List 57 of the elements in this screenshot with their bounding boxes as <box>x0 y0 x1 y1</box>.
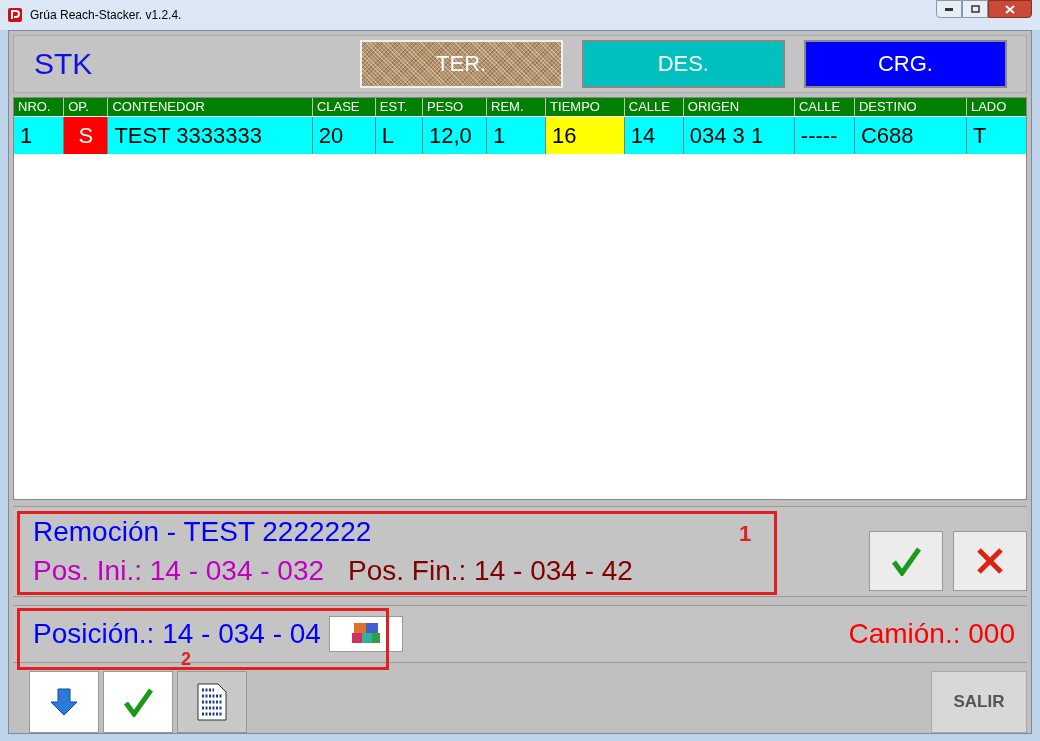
binary-file-icon <box>196 682 228 722</box>
column-header: LADO <box>966 97 1026 116</box>
table-cell: 20 <box>312 116 375 154</box>
table-cell: 16 <box>546 116 624 154</box>
close-icon <box>1005 4 1015 14</box>
end-position: Pos. Fin.: 14 - 034 - 42 <box>348 554 633 589</box>
table-cell: 1 <box>487 116 546 154</box>
close-button[interactable] <box>988 0 1032 18</box>
exit-button[interactable]: SALIR <box>931 671 1027 733</box>
table-cell: 14 <box>624 116 683 154</box>
table-cell: 1 <box>14 116 64 154</box>
column-header: EST. <box>375 97 423 116</box>
table-cell: T <box>966 116 1026 154</box>
table-cell: ----- <box>794 116 854 154</box>
checkmark-icon <box>891 545 921 576</box>
maximize-icon <box>970 5 980 13</box>
app-icon <box>8 8 22 22</box>
table-cell: 12,0 <box>423 116 486 154</box>
column-header: CLASE <box>312 97 375 116</box>
check-button[interactable] <box>103 671 173 733</box>
cancel-button[interactable] <box>953 530 1027 591</box>
column-header: CALLE <box>794 97 854 116</box>
table-cell: C688 <box>854 116 966 154</box>
minimize-icon <box>945 7 953 11</box>
annotation-number: 1 <box>739 519 752 548</box>
table-cell: 034 3 1 <box>683 116 794 154</box>
column-header: TIEMPO <box>546 97 624 116</box>
column-header: CALLE <box>624 97 683 116</box>
table-row[interactable]: 1 S TEST 3333333 20 L 12,0 1 16 14 034 3 1 ----- C688 T <box>14 116 1026 154</box>
column-header: NRO. <box>14 97 64 116</box>
checkmark-icon <box>123 687 153 717</box>
download-button[interactable] <box>29 671 99 733</box>
column-header: OP. <box>64 97 108 116</box>
column-header: REM. <box>487 97 546 116</box>
mode-tab[interactable]: CRG. <box>803 39 1007 88</box>
table-cell: L <box>375 116 423 154</box>
mode-label: STK <box>34 46 94 83</box>
truck-label: Camión.: 000 <box>848 617 1015 652</box>
stack-button[interactable] <box>328 616 403 653</box>
table-cell: TEST 3333333 <box>108 116 312 154</box>
mode-tab[interactable]: TER. <box>359 39 563 88</box>
close-icon <box>975 545 1005 576</box>
removal-title: Remoción - TEST 2222222 <box>33 515 373 550</box>
file-button[interactable] <box>177 671 247 733</box>
annotation-number: 2 <box>181 650 191 669</box>
window-title: Grúa Reach-Stacker. v1.2.4. <box>30 7 182 24</box>
position-label: Posición.: 14 - 034 - 04 <box>33 621 321 648</box>
confirm-button[interactable] <box>869 530 943 591</box>
maximize-button[interactable] <box>962 0 988 18</box>
column-header: PESO <box>423 97 487 116</box>
start-position: Pos. Ini.: 14 - 034 - 032 <box>33 554 325 589</box>
column-header: CONTENEDOR <box>108 97 312 116</box>
table-cell: S <box>64 116 108 154</box>
column-header: ORIGEN <box>683 97 794 116</box>
down-arrow-icon <box>49 687 79 717</box>
minimize-button[interactable] <box>936 0 962 18</box>
column-header: DESTINO <box>854 97 966 116</box>
